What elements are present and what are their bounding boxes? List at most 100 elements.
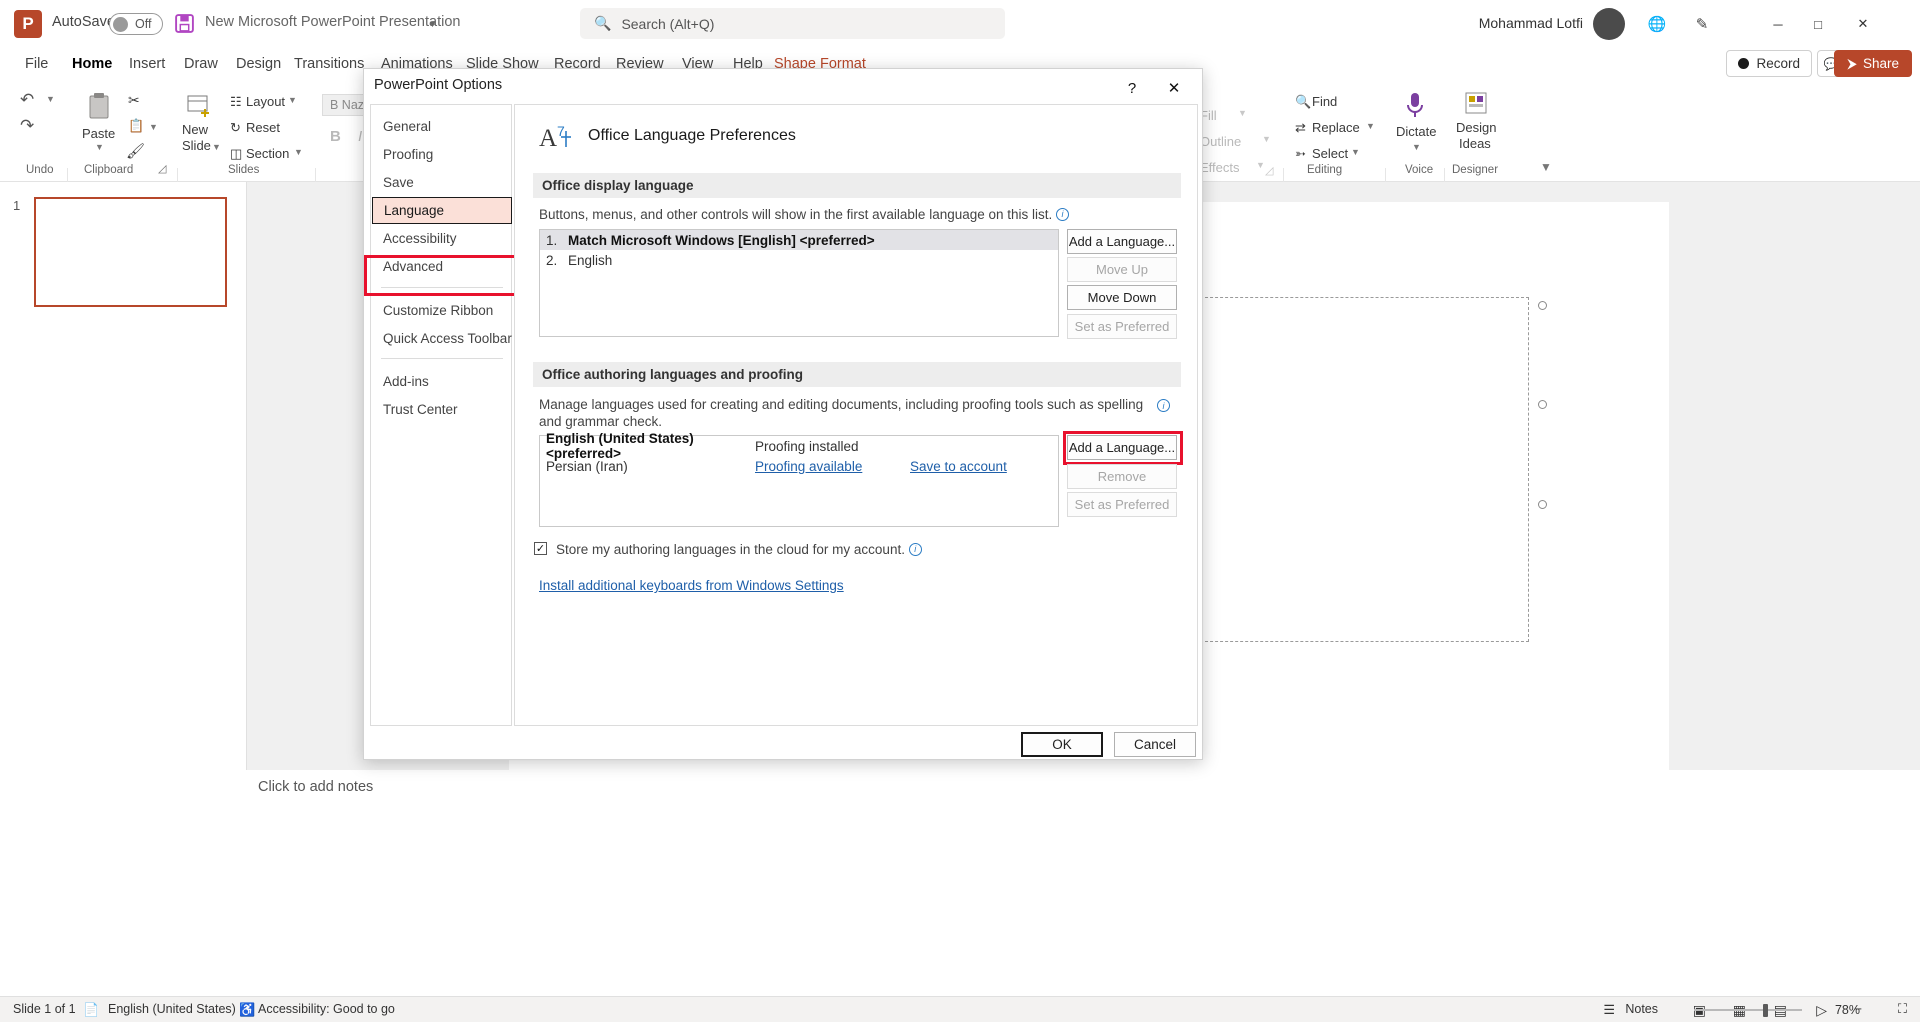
cut-icon[interactable]: ✂ — [128, 92, 140, 109]
notes-icon[interactable]: ☰ — [1603, 1002, 1615, 1018]
avatar[interactable] — [1593, 8, 1625, 40]
nav-item-proofing[interactable]: Proofing — [372, 141, 512, 168]
save-icon[interactable] — [174, 13, 195, 34]
store-languages-checkbox[interactable]: ✓ — [534, 542, 547, 555]
layout-caret-icon[interactable]: ▼ — [288, 95, 297, 105]
close-dialog-button[interactable]: ✕ — [1158, 75, 1190, 101]
maximize-button[interactable]: □ — [1801, 12, 1835, 36]
replace-label[interactable]: Replace — [1312, 120, 1360, 135]
select-caret-icon[interactable]: ▼ — [1351, 147, 1360, 157]
display-move-down-button[interactable]: Move Down — [1067, 285, 1177, 310]
fill-caret-icon[interactable]: ▼ — [1238, 108, 1247, 118]
microphone-icon[interactable] — [1404, 90, 1426, 122]
display-language-listbox[interactable]: 1. Match Microsoft Windows [English] <pr… — [539, 229, 1059, 337]
search-input[interactable]: 🔍 Search (Alt+Q) — [580, 8, 1005, 39]
redo-icon[interactable]: ↷ — [20, 116, 34, 136]
info-icon[interactable]: i — [908, 543, 922, 556]
proofing-available-link[interactable]: Proofing available — [755, 459, 910, 474]
autosave-toggle[interactable]: Off — [109, 13, 163, 35]
new-slide-caret-icon[interactable]: ▼ — [212, 142, 221, 152]
slide-thumbnail[interactable] — [34, 197, 227, 307]
tab-insert[interactable]: Insert — [120, 53, 174, 75]
copy-caret-icon[interactable]: ▼ — [149, 122, 158, 132]
select-label[interactable]: Select — [1312, 146, 1348, 161]
record-button[interactable]: Record — [1726, 50, 1812, 77]
reset-icon[interactable]: ↻ — [230, 120, 241, 136]
paste-label[interactable]: Paste — [82, 126, 115, 141]
list-item[interactable]: 2. English — [540, 250, 1058, 270]
chevron-down-icon[interactable]: ▼ — [428, 19, 437, 29]
authoring-language-listbox[interactable]: English (United States) <preferred> Proo… — [539, 431, 1059, 527]
layout-label[interactable]: Layout — [246, 94, 285, 109]
resize-handle[interactable] — [1538, 301, 1547, 310]
tab-transitions[interactable]: Transitions — [285, 53, 373, 75]
nav-item-trust-center[interactable]: Trust Center — [372, 396, 512, 423]
design-ideas-icon[interactable] — [1463, 90, 1489, 118]
cancel-button[interactable]: Cancel — [1114, 732, 1196, 757]
section-label[interactable]: Section — [246, 146, 289, 161]
paste-caret-icon[interactable]: ▼ — [95, 142, 104, 152]
italic-button[interactable]: I — [358, 128, 362, 145]
replace-caret-icon[interactable]: ▼ — [1366, 121, 1375, 131]
layout-icon[interactable]: ☷ — [230, 94, 242, 110]
select-icon[interactable]: ➳ — [1295, 146, 1306, 162]
fit-to-window-icon[interactable]: ⛶ — [1898, 1001, 1907, 1017]
nav-item-customize-ribbon[interactable]: Customize Ribbon — [372, 297, 512, 324]
ok-button[interactable]: OK — [1021, 732, 1103, 757]
list-item[interactable]: Persian (Iran) Proofing available Save t… — [540, 456, 1058, 476]
zoom-slider[interactable] — [1694, 1009, 1802, 1011]
list-item[interactable]: English (United States) <preferred> Proo… — [540, 431, 1058, 461]
new-slide-label[interactable]: New — [182, 122, 208, 137]
shape-effects-label[interactable]: Effects — [1200, 160, 1240, 175]
document-title[interactable]: New Microsoft PowerPoint Presentation — [205, 14, 460, 30]
nav-item-quick-access-toolbar[interactable]: Quick Access Toolbar — [372, 325, 512, 352]
slideshow-icon[interactable]: ▷ — [1816, 1002, 1827, 1019]
new-slide-icon[interactable] — [186, 92, 212, 118]
notes-button-label[interactable]: Notes — [1625, 1002, 1658, 1016]
shape-styles-launcher-icon[interactable]: ◿ — [1265, 164, 1273, 177]
bold-button[interactable]: B — [330, 128, 341, 145]
section-icon[interactable]: ◫ — [230, 146, 242, 162]
accessibility-status-label[interactable]: Accessibility: Good to go — [258, 1002, 395, 1016]
find-label[interactable]: Find — [1312, 94, 1337, 109]
effects-caret-icon[interactable]: ▼ — [1256, 160, 1265, 170]
close-window-button[interactable]: ✕ — [1846, 12, 1880, 36]
undo-caret-icon[interactable]: ▼ — [46, 94, 55, 104]
ribbon-collapse-icon[interactable]: ▼ — [1540, 160, 1552, 174]
help-button[interactable]: ? — [1117, 75, 1147, 101]
nav-item-general[interactable]: General — [372, 113, 512, 140]
clipboard-launcher-icon[interactable]: ◿ — [158, 162, 166, 175]
share-button[interactable]: ⮞ Share — [1834, 50, 1912, 77]
pen-icon[interactable]: ✎ — [1689, 12, 1715, 36]
tab-home[interactable]: Home — [63, 53, 121, 75]
list-item[interactable]: 1. Match Microsoft Windows [English] <pr… — [540, 230, 1058, 250]
nav-item-language[interactable]: Language — [372, 197, 512, 224]
authoring-add-language-button[interactable]: Add a Language... — [1067, 435, 1177, 460]
undo-icon[interactable]: ↶ — [20, 90, 34, 110]
info-icon[interactable]: i — [1157, 399, 1170, 412]
paste-icon[interactable] — [86, 92, 112, 122]
resize-handle[interactable] — [1538, 400, 1547, 409]
display-add-language-button[interactable]: Add a Language... — [1067, 229, 1177, 254]
nav-item-add-ins[interactable]: Add-ins — [372, 368, 512, 395]
nav-item-save[interactable]: Save — [372, 169, 512, 196]
tab-file[interactable]: File — [16, 53, 57, 75]
resize-handle[interactable] — [1538, 500, 1547, 509]
zoom-slider-handle[interactable] — [1763, 1004, 1768, 1017]
install-keyboards-link[interactable]: Install additional keyboards from Window… — [539, 578, 844, 593]
design-ideas-label-2[interactable]: Ideas — [1459, 136, 1491, 151]
dictate-label[interactable]: Dictate — [1396, 124, 1436, 139]
dictate-caret-icon[interactable]: ▼ — [1412, 142, 1421, 152]
globe-icon[interactable]: 🌐 — [1644, 12, 1670, 36]
outline-caret-icon[interactable]: ▼ — [1262, 134, 1271, 144]
save-to-account-link[interactable]: Save to account — [910, 459, 1007, 474]
find-icon[interactable]: 🔍 — [1295, 94, 1311, 110]
minimize-button[interactable]: ─ — [1761, 12, 1795, 36]
shape-outline-label[interactable]: Outline — [1200, 134, 1241, 149]
notes-pane[interactable]: Click to add notes — [0, 770, 1920, 808]
info-icon[interactable]: i — [1056, 208, 1070, 221]
nav-item-advanced[interactable]: Advanced — [372, 253, 512, 280]
language-status-label[interactable]: English (United States) — [108, 1002, 236, 1016]
spellcheck-icon[interactable]: 📄 — [83, 1002, 99, 1018]
new-slide-label-2[interactable]: Slide — [182, 138, 211, 153]
